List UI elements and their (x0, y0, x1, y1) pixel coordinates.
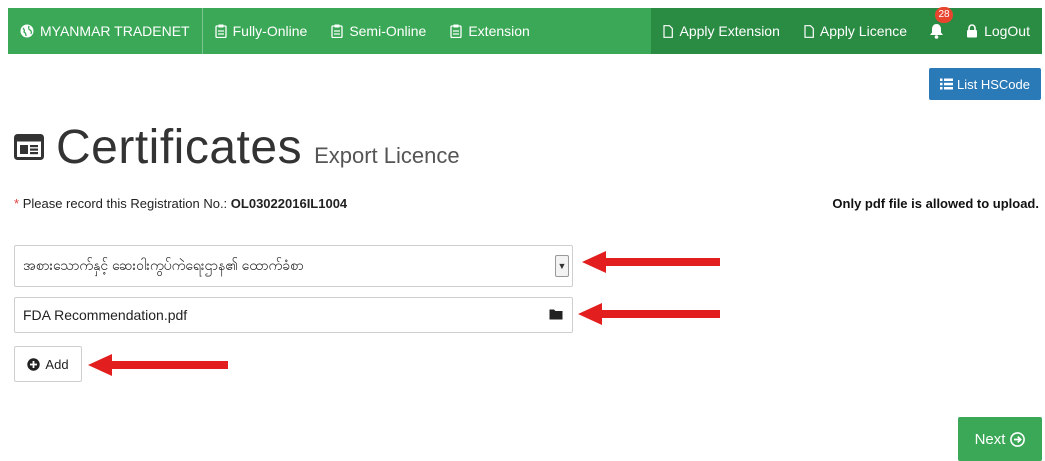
clipboard-icon (331, 24, 343, 38)
nav-fully-online-label: Fully-Online (232, 23, 308, 39)
page-header: Certificates Export Licence (14, 120, 460, 175)
file-upload-input[interactable]: FDA Recommendation.pdf (14, 297, 573, 333)
required-asterisk: * (14, 196, 20, 211)
plus-circle-icon (27, 357, 41, 371)
lock-icon (967, 24, 978, 38)
brand-label: MYANMAR TRADENET (40, 23, 190, 39)
list-hscode-label: List HSCode (957, 76, 1030, 92)
nav-extension[interactable]: Extension (438, 8, 541, 54)
arrow-circle-right-icon (1010, 431, 1026, 447)
nav-fully-online[interactable]: Fully-Online (203, 8, 320, 54)
nav-apply-extension[interactable]: Apply Extension (651, 8, 791, 54)
nav-apply-licence[interactable]: Apply Licence (792, 8, 919, 54)
top-navbar: MYANMAR TRADENET Fully-Online Semi-Onlin… (8, 7, 1042, 54)
logout-label: LogOut (984, 23, 1030, 39)
add-label: Add (45, 356, 69, 372)
registration-prefix: Please record this Registration No.: (22, 196, 228, 211)
clipboard-icon (450, 24, 462, 38)
nav-right-group: Apply Extension Apply Licence 28 LogOut (651, 7, 1042, 54)
nav-apply-licence-label: Apply Licence (819, 23, 908, 39)
list-hscode-button[interactable]: List HSCode (929, 68, 1041, 100)
certificate-type-value: အစားသောက်နှင့် ဆေးဝါးကွပ်ကဲရေးဌာန၏ ထောက်… (23, 256, 304, 273)
notification-count-badge: 28 (935, 7, 954, 23)
annotation-arrow-add (88, 354, 228, 376)
folder-icon[interactable] (549, 308, 563, 320)
bell-icon (930, 24, 944, 39)
page-title: Certificates (56, 121, 303, 174)
document-icon (663, 24, 674, 38)
document-icon (804, 24, 814, 38)
registration-number: OL03022016IL1004 (230, 196, 348, 211)
registration-note: * Please record this Registration No.: O… (14, 196, 347, 211)
certificate-type-select[interactable]: အစားသောက်နှင့် ဆေးဝါးကွပ်ကဲရေးဌာန၏ ထောက်… (14, 245, 573, 287)
chevron-down-icon[interactable]: ▼ (555, 255, 569, 277)
add-button[interactable]: Add (14, 346, 82, 382)
nav-extension-label: Extension (468, 23, 530, 39)
upload-note: Only pdf file is allowed to upload. (832, 196, 1039, 211)
page-subtitle: Export Licence (314, 143, 460, 168)
next-label: Next (974, 430, 1006, 448)
globe-icon (20, 24, 34, 38)
nav-semi-online-label: Semi-Online (349, 23, 427, 39)
logout-link[interactable]: LogOut (954, 8, 1042, 54)
next-button[interactable]: Next (958, 417, 1042, 461)
nav-semi-online[interactable]: Semi-Online (319, 8, 438, 54)
file-name-value: FDA Recommendation.pdf (23, 307, 188, 323)
annotation-arrow-select (582, 251, 720, 273)
brand-link[interactable]: MYANMAR TRADENET (8, 8, 203, 54)
nav-apply-extension-label: Apply Extension (679, 23, 780, 39)
notifications-button[interactable]: 28 (919, 7, 954, 54)
certificate-card-icon (14, 134, 44, 160)
annotation-arrow-file (578, 303, 720, 325)
list-icon (940, 78, 953, 90)
clipboard-icon (214, 24, 227, 38)
